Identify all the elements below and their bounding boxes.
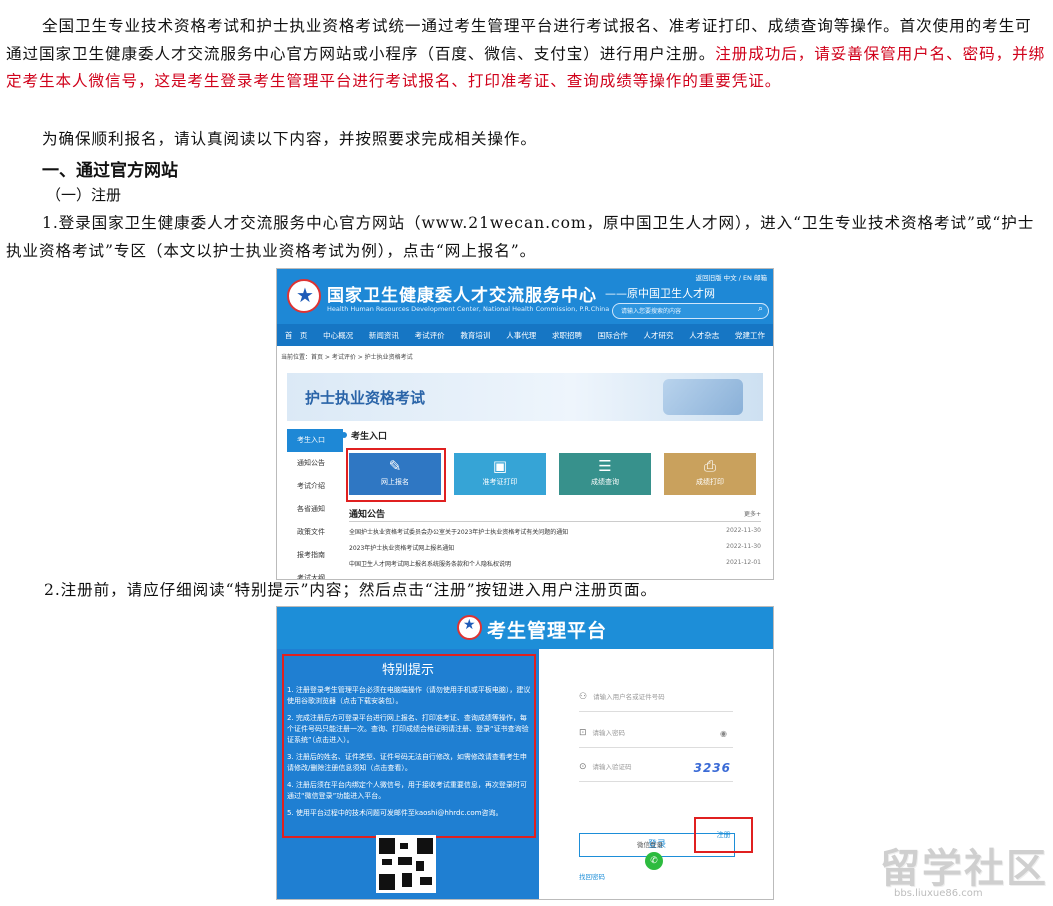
notice-list: 全国护士执业资格考试委员会办公室关于2023年护士执业资格考试有关问题的通知 20… [349,527,761,575]
nav-item[interactable]: 考试评价 [415,330,445,341]
id-card-icon: ▣ [492,457,508,475]
tips-title: 特别提示 [381,663,434,678]
password-input[interactable]: ⊡ 请输入密码 ◉ [579,727,733,748]
side-item[interactable]: 考试介绍 [287,475,343,498]
shield-icon: ⊙ [579,762,587,772]
notice-heading: 通知公告 [349,510,386,520]
platform-header: 考生管理平台 [277,607,773,649]
find-password-link[interactable]: 找回密码 [579,871,605,881]
user-icon: ⚇ [579,692,588,702]
intro-paragraph: 全国卫生专业技术资格考试和护士执业资格考试统一通过考生管理平台进行考试报名、准考… [6,13,1046,96]
list-item[interactable]: 全国护士执业资格考试委员会办公室关于2023年护士执业资格考试有关问题的通知 20… [349,527,761,543]
nav-item[interactable]: 人才研究 [644,330,674,341]
notice-date: 2022-11-30 [726,527,761,534]
platform-title: 考生管理平台 [487,620,608,642]
username-input[interactable]: ⚇ 请输入用户名或证件号码 [579,691,733,712]
captcha-placeholder: 请输入验证码 [592,763,632,771]
site-title-en: Health Human Resources Development Cente… [327,305,610,313]
site-title: 国家卫生健康委人才交流服务中心 [327,286,597,306]
banner-title: 护士执业资格考试 [305,389,426,407]
side-item[interactable]: 报考指南 [287,544,343,567]
password-placeholder: 请输入密码 [592,729,626,737]
nav-item[interactable]: 国际合作 [598,330,628,341]
eye-icon[interactable]: ◉ [720,729,727,738]
register-button[interactable]: 注册 [694,817,753,853]
notice-date: 2021-12-01 [726,559,761,566]
notice-title[interactable]: 中国卫生人才网考试网上报名系统服务条款和个人隐私权说明 [349,559,511,575]
nav-item[interactable]: 求职招聘 [552,330,582,341]
nav-item[interactable]: 人才杂志 [689,330,719,341]
wechat-icon[interactable]: ✆ [645,852,663,870]
list-item[interactable]: 中国卫生人才网考试网上报名系统服务条款和个人隐私权说明 2021-12-01 [349,559,761,575]
nav-item[interactable]: 人事代理 [506,330,536,341]
logo-icon [287,279,321,313]
side-item-entrance[interactable]: 考生入口 [287,429,343,452]
divider [349,521,761,522]
watermark-text: 留学社区 [880,846,1048,892]
side-menu: 考生入口 通知公告 考试介绍 各省通知 政策文件 报考指南 考试大纲 [287,429,343,579]
list-item[interactable]: 2023年护士执业资格考试网上报名通知 2022-11-30 [349,543,761,559]
banner-decoration [663,379,743,415]
nav-item[interactable]: 首 页 [285,330,308,341]
platform-screenshot: 考生管理平台 特别提示 1. 注册登录考生管理平台必须在电脑端操作（请勿使用手机… [276,606,774,900]
nav-item[interactable]: 中心概况 [323,330,353,341]
website-screenshot: 国家卫生健康委人才交流服务中心 Health Human Resources D… [276,268,774,580]
side-item[interactable]: 政策文件 [287,521,343,544]
notice-title[interactable]: 全国护士执业资格考试委员会办公室关于2023年护士执业资格考试有关问题的通知 [349,527,568,543]
qr-code-icon [376,835,436,893]
nav-item[interactable]: 教育培训 [460,330,490,341]
document-search-icon: ☰ [598,457,612,475]
printer-icon: ⎙ [703,457,716,475]
entrance-heading: 考生入口 [351,432,388,442]
subsection-heading: （一）注册 [46,186,122,204]
more-link[interactable]: 更多+ [744,509,761,518]
step-1-text: 1.登录国家卫生健康委人才交流服务中心官方网站（www.21wecan.com，… [6,214,1035,260]
tips-list: 1. 注册登录考生管理平台必须在电脑端操作（请勿使用手机或平板电脑），建议使用谷… [287,685,531,825]
search-input[interactable]: 请输入您要搜索的内容 ⌕ [612,303,769,319]
tip-item: 2. 完成注册后方可登录平台进行网上报名、打印准考证、查询成绩等操作，每个证件号… [287,714,529,744]
notice-date: 2022-11-30 [726,543,761,550]
side-item[interactable]: 各省通知 [287,498,343,521]
breadcrumb: 当前位置：首页 > 考试评价 > 护士执业资格考试 [281,354,413,361]
admission-ticket-button[interactable]: ▣ 准考证打印 [454,453,546,495]
tile-label: 准考证打印 [482,478,518,486]
watermark: 留学社区 bbs.liuxue86.com [880,836,1048,899]
tip-item: 4. 注册后须在平台内绑定个人微信号，用于接收考试重要信息，再次登录时可通过“微… [287,781,527,800]
tip-item: 1. 注册登录考生管理平台必须在电脑端操作（请勿使用手机或平板电脑），建议使用谷… [287,686,531,705]
nav-item[interactable]: 党建工作 [735,330,765,341]
search-icon[interactable]: ⌕ [758,304,763,314]
notice-title[interactable]: 2023年护士执业资格考试网上报名通知 [349,543,454,559]
bullet-icon [341,432,347,438]
tip-item: 3. 注册后的姓名、证件类型、证件号码无法自行修改，如需修改请查看考生申请修改/… [287,753,527,772]
tip-item: 5. 使用平台过程中的技术问题可发邮件至kaoshi@hhrdc.com咨询。 [287,809,503,817]
site-old-name: ——原中国卫生人才网 [605,287,715,300]
tile-label: 成绩打印 [696,478,724,486]
captcha-image[interactable]: 3236 [694,761,731,775]
site-header: 国家卫生健康委人才交流服务中心 Health Human Resources D… [277,269,773,324]
highlight-box [346,448,446,502]
nav-item[interactable]: 新闻资讯 [369,330,399,341]
section-heading: 一、通过官方网站 [42,161,178,181]
step-2-text: 2.注册前，请应仔细阅读“特别提示”内容；然后点击“注册”按钮进入用户注册页面。 [44,581,657,599]
score-print-button[interactable]: ⎙ 成绩打印 [664,453,756,495]
side-item[interactable]: 通知公告 [287,452,343,475]
wechat-login-label: 微信登录 [637,841,663,849]
tile-label: 成绩查询 [591,478,619,486]
exam-banner: 护士执业资格考试 [287,373,763,421]
username-placeholder: 请输入用户名或证件号码 [593,693,665,701]
top-links[interactable]: 返回旧版 中文 / EN 邮箱 [696,272,767,282]
search-placeholder: 请输入您要搜索的内容 [621,308,682,315]
logo-icon [457,615,482,640]
main-nav: 首 页 中心概况 新闻资讯 考试评价 教育培训 人事代理 求职招聘 国际合作 人… [277,324,773,346]
lock-icon: ⊡ [579,728,587,738]
intro-note: 为确保顺利报名，请认真阅读以下内容，并按照要求完成相关操作。 [42,130,537,148]
captcha-input[interactable]: ⊙ 请输入验证码 3236 [579,761,733,782]
score-query-button[interactable]: ☰ 成绩查询 [559,453,651,495]
